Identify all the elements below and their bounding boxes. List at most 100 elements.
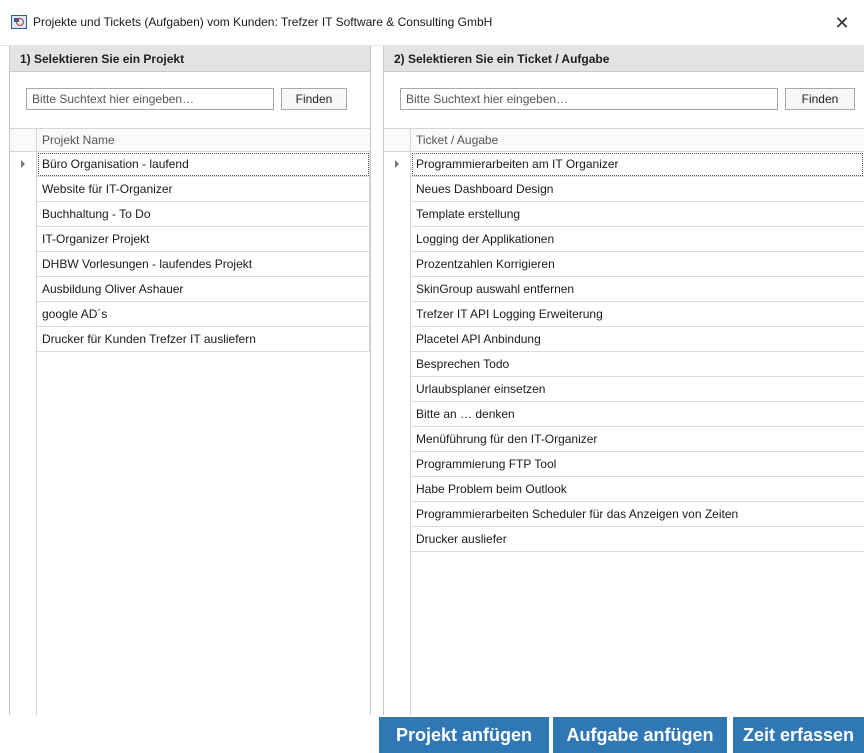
project-row[interactable]: Ausbildung Oliver Ashauer	[10, 277, 370, 302]
row-indicator	[384, 177, 411, 202]
row-indicator	[384, 302, 411, 327]
row-indicator	[384, 152, 411, 177]
ticket-panel: 2) Selektieren Sie ein Ticket / Aufgabe …	[383, 46, 864, 715]
ticket-row[interactable]: Urlaubsplaner einsetzen	[384, 377, 864, 402]
ticket-row[interactable]: Trefzer IT API Logging Erweiterung	[384, 302, 864, 327]
column-header-project-name[interactable]: Projekt Name	[37, 129, 115, 151]
ticket-row[interactable]: Prozentzahlen Korrigieren	[384, 252, 864, 277]
ticket-row-cell[interactable]: Urlaubsplaner einsetzen	[411, 377, 864, 402]
row-indicator	[384, 377, 411, 402]
project-row-cell[interactable]: DHBW Vorlesungen - laufendes Projekt	[37, 252, 370, 277]
project-row-cell[interactable]: IT-Organizer Projekt	[37, 227, 370, 252]
project-grid-header: Projekt Name	[10, 128, 370, 152]
ticket-row-cell[interactable]: Programmierarbeiten am IT Organizer	[411, 152, 864, 177]
row-indicator	[384, 527, 411, 552]
ticket-row[interactable]: Programmierarbeiten Scheduler für das An…	[384, 502, 864, 527]
row-indicator	[384, 202, 411, 227]
row-indicator-header	[10, 129, 37, 151]
add-task-button[interactable]: Aufgabe anfügen	[553, 717, 727, 753]
close-button[interactable]: ✕	[826, 8, 858, 38]
ticket-grid: Ticket / Augabe Programmierarbeiten am I…	[384, 128, 864, 715]
project-row-cell[interactable]: Büro Organisation - laufend	[37, 152, 370, 177]
row-indicator	[10, 202, 37, 227]
row-indicator	[384, 427, 411, 452]
row-indicator	[384, 327, 411, 352]
ticket-row[interactable]: Logging der Applikationen	[384, 227, 864, 252]
row-indicator	[10, 177, 37, 202]
ticket-grid-header: Ticket / Augabe	[384, 128, 864, 152]
ticket-row-cell[interactable]: Template erstellung	[411, 202, 864, 227]
ticket-row-cell[interactable]: Menüführung für den IT-Organizer	[411, 427, 864, 452]
row-indicator	[10, 252, 37, 277]
ticket-search-row: Finden	[384, 72, 864, 122]
ticket-row[interactable]: Habe Problem beim Outlook	[384, 477, 864, 502]
row-indicator	[10, 277, 37, 302]
row-indicator	[384, 252, 411, 277]
project-row[interactable]: Drucker für Kunden Trefzer IT ausliefern	[10, 327, 370, 352]
project-row[interactable]: Büro Organisation - laufend	[10, 152, 370, 177]
project-find-button[interactable]: Finden	[281, 88, 347, 110]
project-row[interactable]: IT-Organizer Projekt	[10, 227, 370, 252]
ticket-row[interactable]: Drucker ausliefer	[384, 527, 864, 552]
ticket-row[interactable]: Programmierarbeiten am IT Organizer	[384, 152, 864, 177]
ticket-row-cell[interactable]: Logging der Applikationen	[411, 227, 864, 252]
project-search-input[interactable]	[26, 88, 274, 110]
project-row[interactable]: Website für IT-Organizer	[10, 177, 370, 202]
column-header-ticket[interactable]: Ticket / Augabe	[411, 129, 498, 151]
project-row[interactable]: Buchhaltung - To Do	[10, 202, 370, 227]
project-rows: Büro Organisation - laufend Website für I…	[10, 152, 370, 715]
row-indicator	[10, 302, 37, 327]
row-indicator	[384, 477, 411, 502]
app-icon	[11, 15, 27, 29]
project-row-cell[interactable]: Drucker für Kunden Trefzer IT ausliefern	[37, 327, 370, 352]
ticket-row[interactable]: Bitte an … denken	[384, 402, 864, 427]
row-indicator-header	[384, 129, 411, 151]
ticket-row[interactable]: Neues Dashboard Design	[384, 177, 864, 202]
project-row-cell[interactable]: Ausbildung Oliver Ashauer	[37, 277, 370, 302]
ticket-row-cell[interactable]: Programmierarbeiten Scheduler für das An…	[411, 502, 864, 527]
project-search-row: Finden	[10, 72, 370, 122]
ticket-row-cell[interactable]: Drucker ausliefer	[411, 527, 864, 552]
project-panel-header: 1) Selektieren Sie ein Projekt	[10, 46, 370, 72]
current-row-arrow-icon	[21, 160, 25, 168]
row-indicator	[10, 227, 37, 252]
row-indicator	[384, 227, 411, 252]
title-bar: Projekte und Tickets (Aufgaben) vom Kund…	[0, 0, 864, 46]
ticket-row[interactable]: Menüführung für den IT-Organizer	[384, 427, 864, 452]
ticket-row-cell[interactable]: SkinGroup auswahl entfernen	[411, 277, 864, 302]
project-grid: Projekt Name Büro Organisation - laufend…	[10, 128, 370, 715]
ticket-row-cell[interactable]: Bitte an … denken	[411, 402, 864, 427]
ticket-row[interactable]: Template erstellung	[384, 202, 864, 227]
add-project-button[interactable]: Projekt anfügen	[379, 717, 549, 753]
ticket-rows: Programmierarbeiten am IT Organizer Neues…	[384, 152, 864, 715]
ticket-row-cell[interactable]: Habe Problem beim Outlook	[411, 477, 864, 502]
ticket-panel-header: 2) Selektieren Sie ein Ticket / Aufgabe	[384, 46, 864, 72]
project-row-cell[interactable]: Website für IT-Organizer	[37, 177, 370, 202]
current-row-arrow-icon	[395, 160, 399, 168]
ticket-row-cell[interactable]: Placetel API Anbindung	[411, 327, 864, 352]
row-indicator	[384, 277, 411, 302]
project-panel: 1) Selektieren Sie ein Projekt Finden Pr…	[9, 46, 371, 715]
row-indicator	[384, 352, 411, 377]
project-row-cell[interactable]: Buchhaltung - To Do	[37, 202, 370, 227]
log-time-button[interactable]: Zeit erfassen	[733, 717, 864, 753]
project-row[interactable]: google AD´s	[10, 302, 370, 327]
row-indicator	[384, 502, 411, 527]
row-indicator	[384, 452, 411, 477]
ticket-find-button[interactable]: Finden	[785, 88, 855, 110]
row-indicator	[10, 152, 37, 177]
project-row-cell[interactable]: google AD´s	[37, 302, 370, 327]
ticket-row-cell[interactable]: Programmierung FTP Tool	[411, 452, 864, 477]
project-row[interactable]: DHBW Vorlesungen - laufendes Projekt	[10, 252, 370, 277]
ticket-row[interactable]: Programmierung FTP Tool	[384, 452, 864, 477]
ticket-row-cell[interactable]: Prozentzahlen Korrigieren	[411, 252, 864, 277]
ticket-row-cell[interactable]: Neues Dashboard Design	[411, 177, 864, 202]
ticket-row[interactable]: Placetel API Anbindung	[384, 327, 864, 352]
ticket-row-cell[interactable]: Trefzer IT API Logging Erweiterung	[411, 302, 864, 327]
row-indicator	[10, 327, 37, 352]
row-indicator	[384, 402, 411, 427]
ticket-row-cell[interactable]: Besprechen Todo	[411, 352, 864, 377]
ticket-search-input[interactable]	[400, 88, 778, 110]
ticket-row[interactable]: SkinGroup auswahl entfernen	[384, 277, 864, 302]
ticket-row[interactable]: Besprechen Todo	[384, 352, 864, 377]
